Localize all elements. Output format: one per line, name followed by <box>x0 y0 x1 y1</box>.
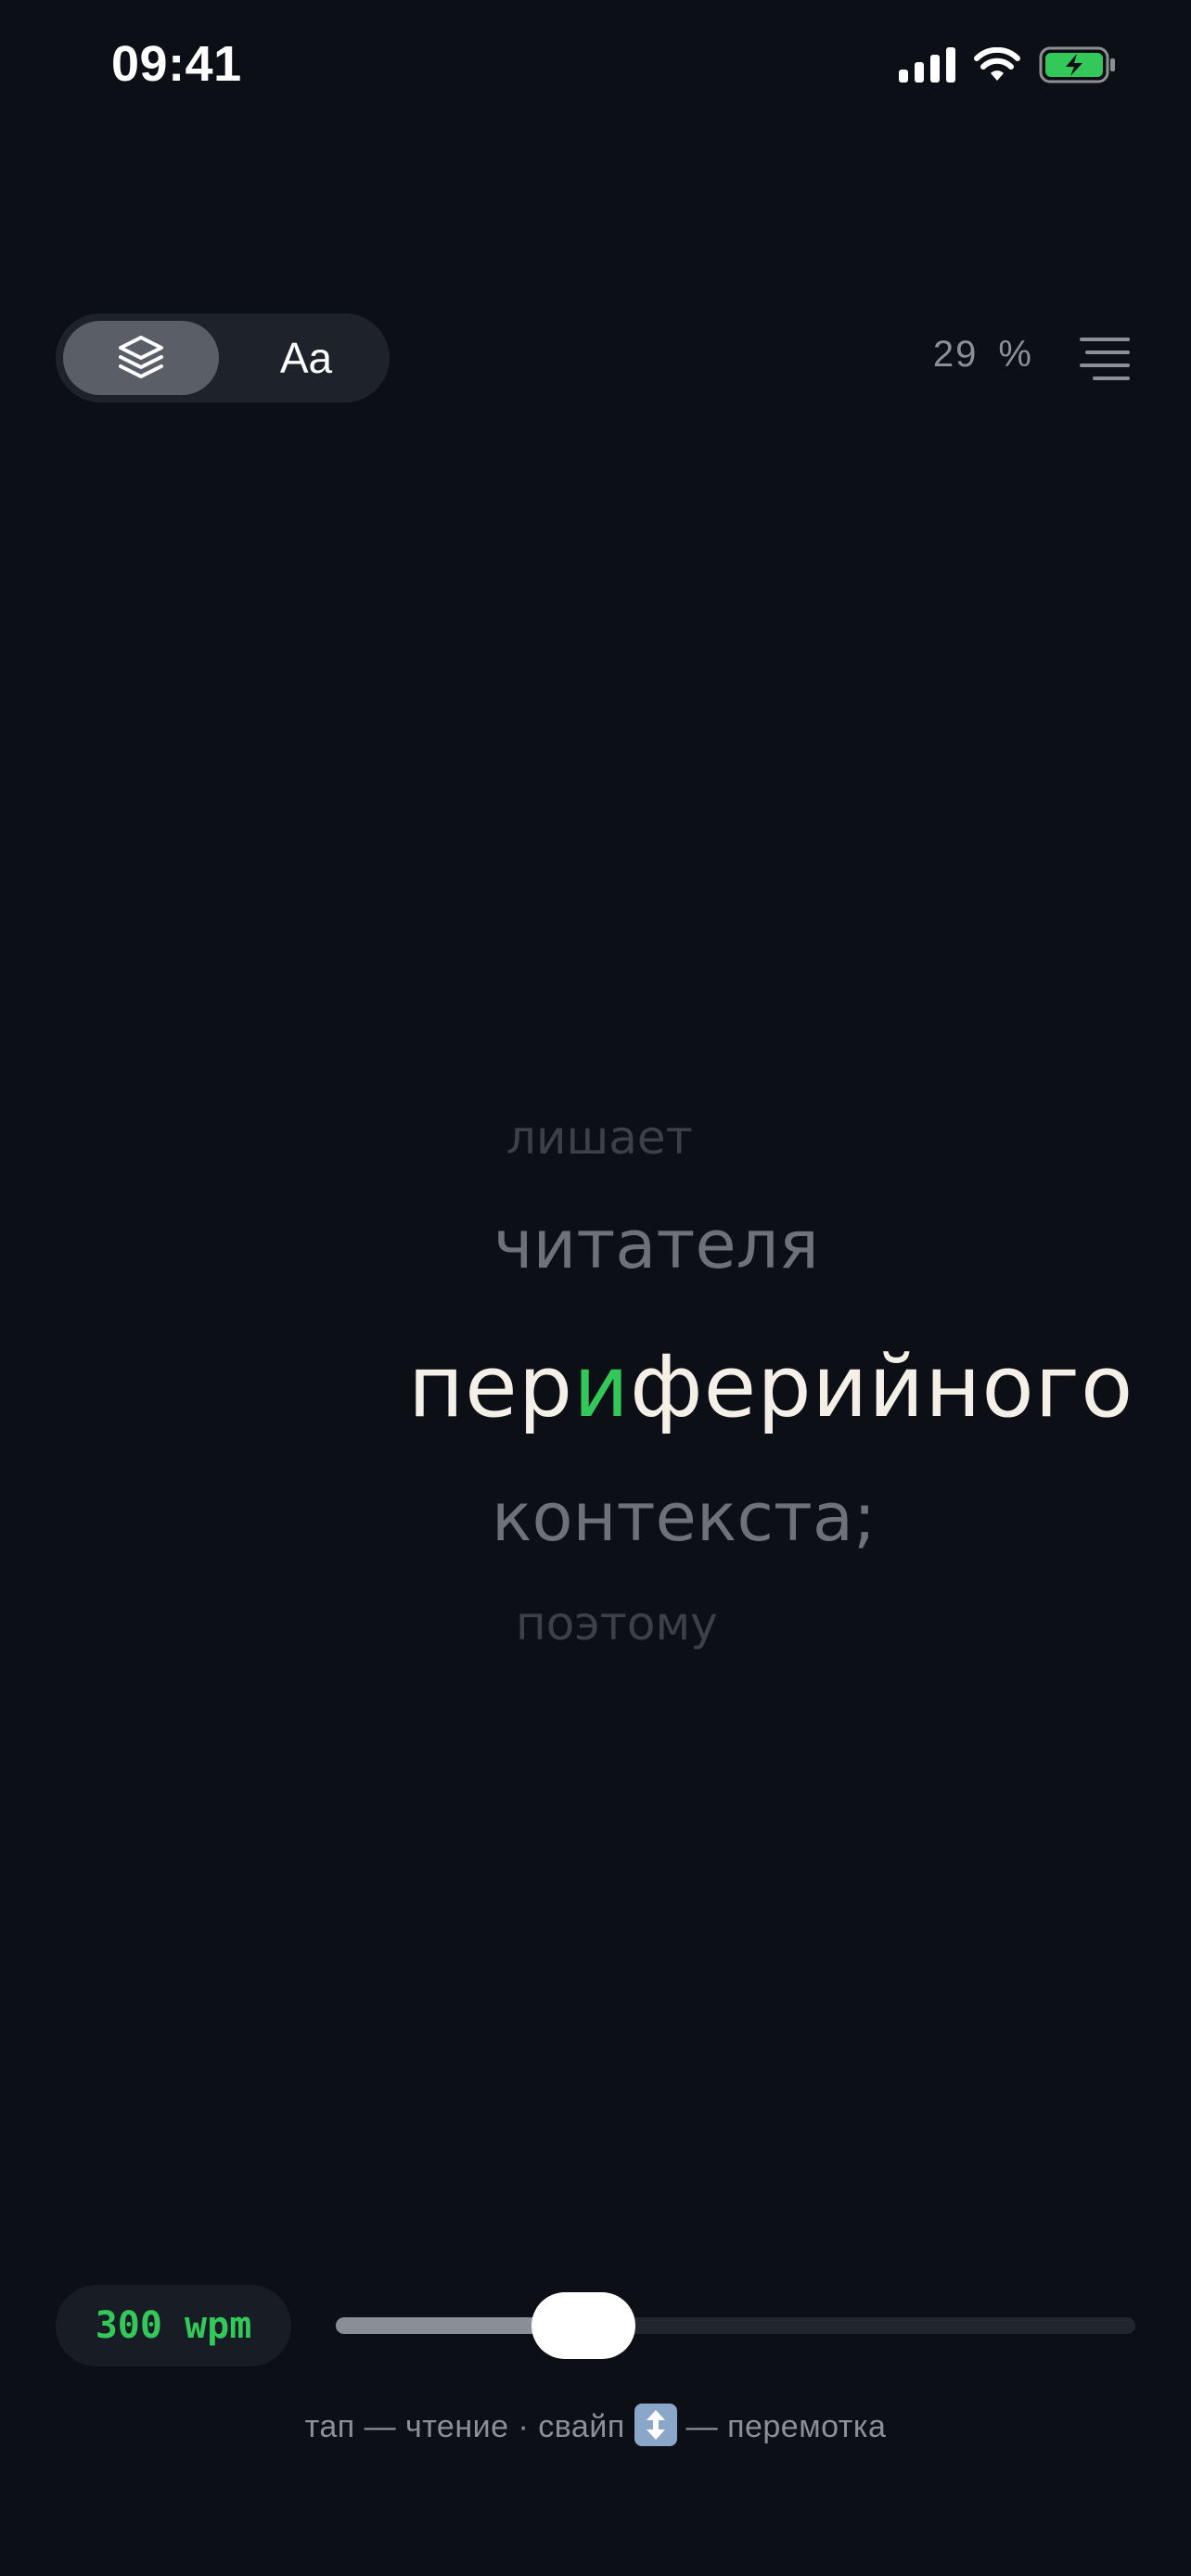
reader-screen: 09:41 Aa 29% лишает читателя периферийно… <box>0 0 1191 2576</box>
mode-toggle: Aa <box>56 313 390 402</box>
layers-mode-button[interactable] <box>63 321 219 395</box>
reading-progress: 29% <box>933 334 1033 376</box>
hint-text-before: тап — чтение · свайп <box>304 2408 634 2444</box>
font-mode-button[interactable]: Aa <box>232 321 380 395</box>
wpm-badge[interactable]: 300 wpm <box>56 2285 291 2366</box>
next-word-2: поэтому <box>516 1597 718 1651</box>
cellular-signal-icon <box>899 47 955 83</box>
layers-icon <box>119 336 163 378</box>
progress-unit: % <box>998 334 1033 375</box>
current-word-before: пер <box>408 1337 574 1436</box>
previous-word-2: лишает <box>506 1111 693 1165</box>
status-time: 09:41 <box>111 36 242 92</box>
slider-thumb[interactable] <box>531 2292 635 2359</box>
gesture-hint: тап — чтение · свайп — перемотка <box>0 2404 1191 2450</box>
next-word-1: контекста; <box>492 1478 877 1556</box>
up-down-arrow-icon <box>634 2404 677 2446</box>
current-word-focus-letter: и <box>573 1337 630 1436</box>
wifi-icon <box>974 47 1020 81</box>
previous-word-1: читателя <box>493 1205 819 1283</box>
current-word-after: ферийного <box>629 1337 1134 1436</box>
battery-charging-icon <box>1039 46 1115 83</box>
progress-value: 29 <box>932 334 979 375</box>
status-icons <box>899 46 1117 83</box>
current-word: периферийного <box>408 1337 1133 1436</box>
hint-text-after: — перемотка <box>676 2408 887 2444</box>
speed-slider[interactable] <box>336 2292 1135 2359</box>
list-lines-icon[interactable] <box>1080 338 1130 380</box>
